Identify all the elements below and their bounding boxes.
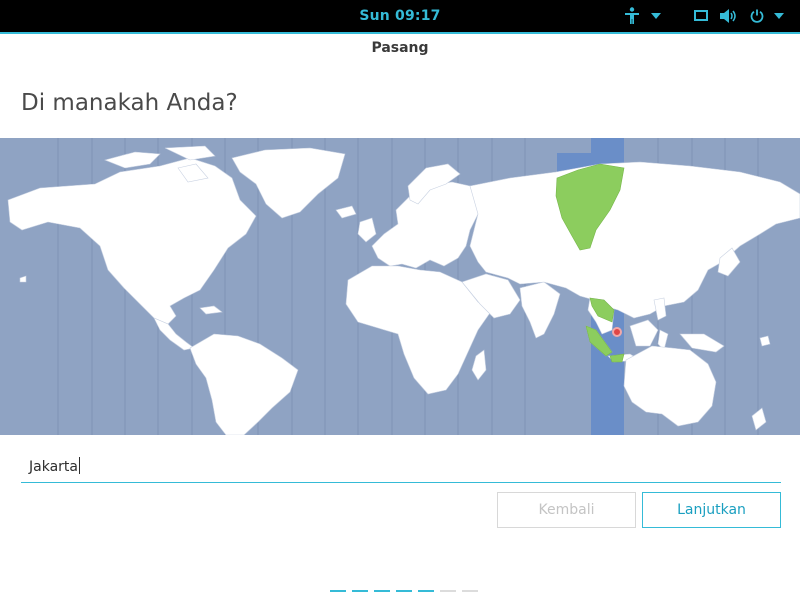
step-progress: [330, 590, 478, 592]
installer-window: Pasang Di manakah Anda? Jakarta Kembali …: [0, 32, 800, 600]
location-search-input[interactable]: Jakarta: [21, 449, 781, 483]
top-panel: Sun 09:17: [0, 0, 800, 32]
timezone-map[interactable]: [0, 138, 800, 435]
text-cursor: [78, 457, 80, 474]
progress-step: [462, 590, 478, 592]
search-value: Jakarta: [29, 459, 78, 475]
power-icon[interactable]: [748, 6, 766, 26]
clock[interactable]: Sun 09:17: [0, 0, 800, 32]
window-title: Pasang: [371, 40, 429, 56]
location-pin: [612, 327, 622, 337]
back-button[interactable]: Kembali: [497, 492, 636, 528]
progress-step: [374, 590, 390, 592]
accessibility-icon[interactable]: [624, 6, 640, 26]
volume-icon[interactable]: [720, 6, 738, 26]
progress-step: [440, 590, 456, 592]
continue-button[interactable]: Lanjutkan: [642, 492, 781, 528]
page-heading: Di manakah Anda?: [21, 90, 238, 116]
progress-step: [352, 590, 368, 592]
chevron-down-icon[interactable]: [772, 6, 786, 26]
screen-icon[interactable]: [693, 6, 709, 26]
chevron-down-icon[interactable]: [649, 6, 663, 26]
progress-step: [330, 590, 346, 592]
progress-step: [418, 590, 434, 592]
world-map: [7, 138, 800, 435]
progress-step: [396, 590, 412, 592]
